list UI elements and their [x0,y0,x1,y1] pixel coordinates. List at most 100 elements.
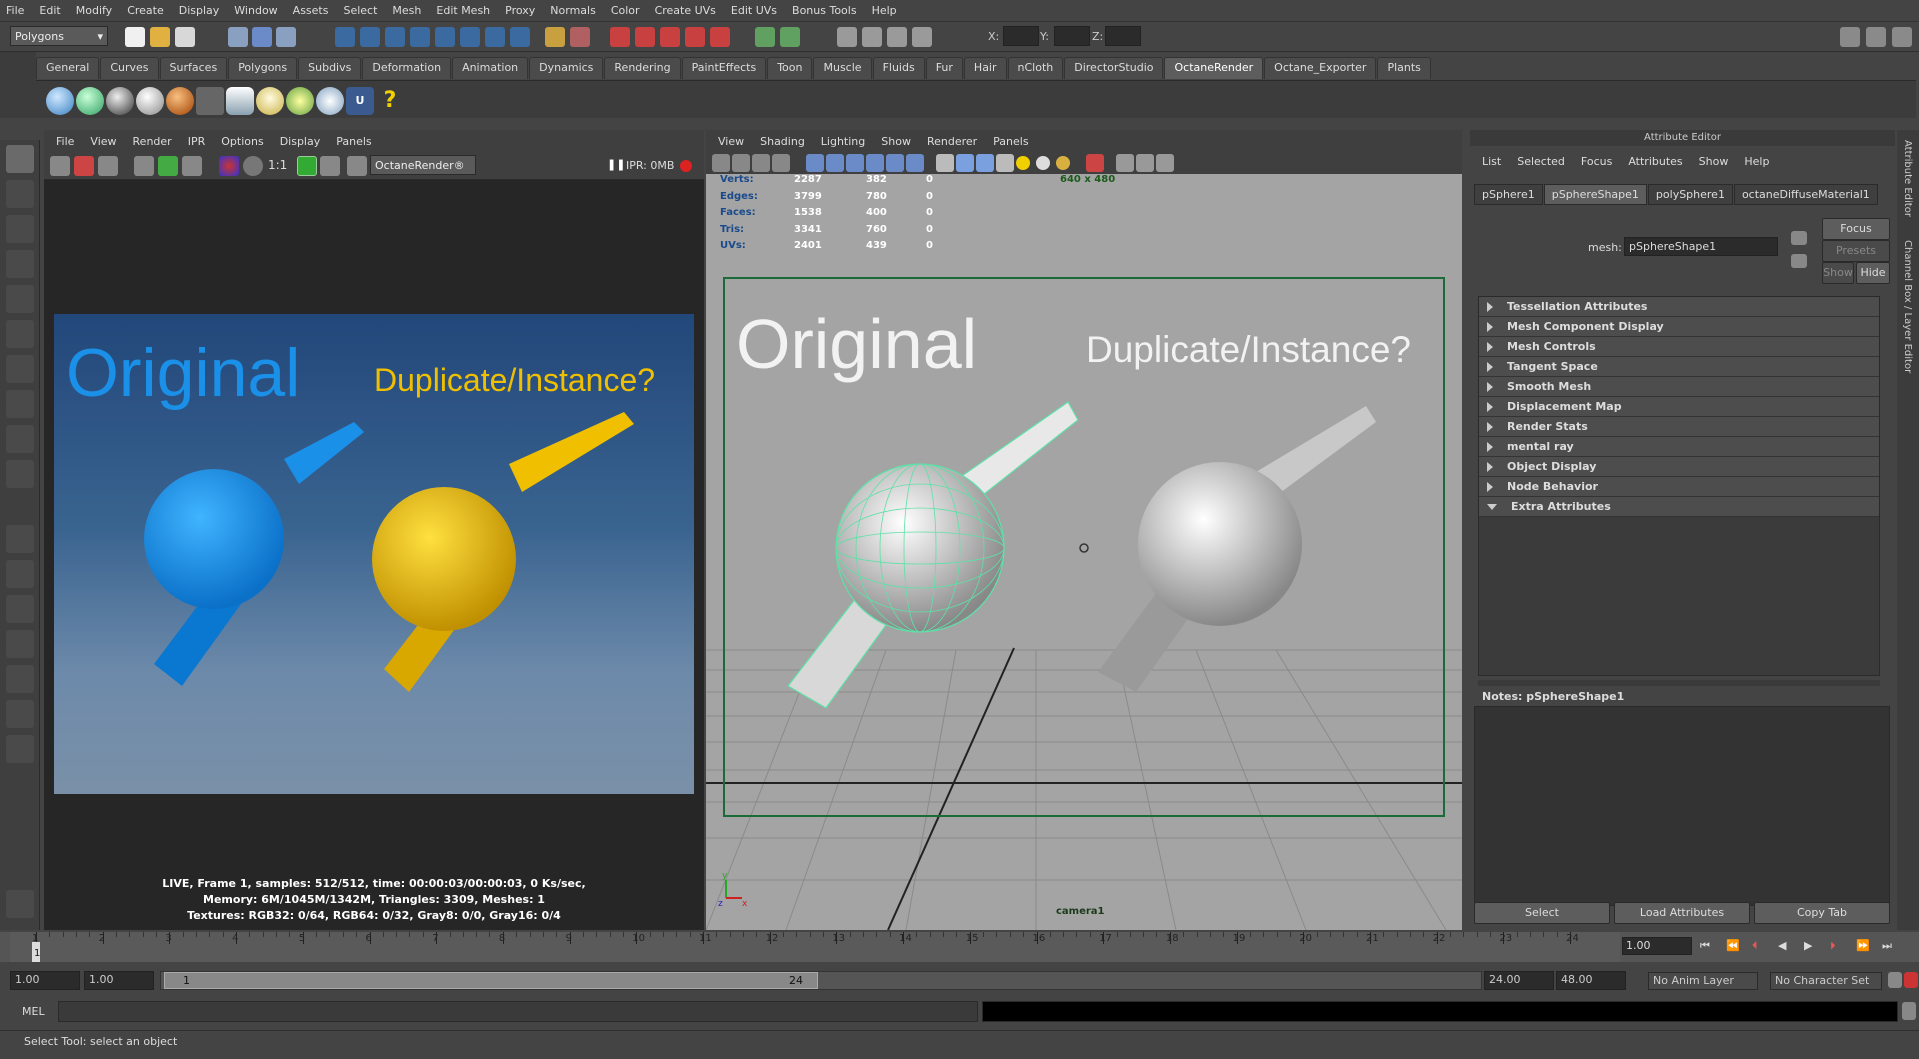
expand-triangle-icon[interactable] [1487,421,1493,432]
lasso-tool-icon[interactable] [6,180,34,208]
soft-mod-icon[interactable] [6,390,34,418]
menu-item-edit-uvs[interactable]: Edit UVs [731,4,777,17]
node-tab-psphere1[interactable]: pSphere1 [1474,184,1543,205]
pick-dynamics-icon[interactable] [460,27,480,47]
play-backward-icon[interactable]: ◀ [1778,939,1786,952]
playback-start-field[interactable]: 1.00 [84,971,154,990]
snap-curve-icon[interactable] [635,27,655,47]
redo-render-icon[interactable] [50,156,70,176]
y-field[interactable] [1054,26,1090,46]
attribute-section[interactable]: Mesh Component Display [1479,317,1879,337]
highlight-selection-icon[interactable] [570,27,590,47]
mel-label[interactable]: MEL [22,1005,45,1018]
new-scene-icon[interactable] [125,27,145,47]
shelf-tab-dynamics[interactable]: Dynamics [529,57,604,79]
range-bar-handle[interactable]: 1 24 [164,972,818,989]
pick-curves-icon[interactable] [385,27,405,47]
rgb-channels-icon[interactable] [219,156,239,176]
attribute-menu-focus[interactable]: Focus [1581,155,1612,168]
menu-item-color[interactable]: Color [611,4,640,17]
save-scene-icon[interactable] [175,27,195,47]
expand-triangle-icon[interactable] [1487,441,1493,452]
show-channel-box-icon[interactable] [1892,27,1912,47]
render-frame-icon[interactable] [862,27,882,47]
menu-item-bonus-tools[interactable]: Bonus Tools [792,4,857,17]
ratio-label[interactable]: 1:1 [268,158,287,172]
graph-layout-icon[interactable] [6,700,34,728]
expand-triangle-icon[interactable] [1487,481,1493,492]
z-field[interactable] [1105,26,1141,46]
render-region-icon[interactable] [74,156,94,176]
octane-daylight-icon[interactable] [76,87,104,115]
shelf-tab-painteffects[interactable]: PaintEffects [681,57,767,79]
splitter[interactable] [1478,680,1880,686]
shelf-tab-polygons[interactable]: Polygons [228,57,298,79]
expand-triangle-icon[interactable] [1487,301,1493,312]
playback-end-field[interactable]: 24.00 [1484,971,1554,990]
attribute-section[interactable]: Extra Attributes [1479,497,1879,517]
auto-key-icon[interactable] [1888,972,1902,988]
octane-help-icon[interactable]: ? [376,87,404,115]
copy-tab-button[interactable]: Copy Tab [1754,902,1890,924]
x-field[interactable] [1003,26,1039,46]
menu-item-edit[interactable]: Edit [39,4,60,17]
shelf-tab-deformation[interactable]: Deformation [362,57,452,79]
octane-proxy-icon[interactable] [196,87,224,115]
select-hierarchy-icon[interactable] [228,27,248,47]
render-view-menu-file[interactable]: File [56,135,74,148]
octane-camera-icon[interactable] [106,87,134,115]
current-frame-field[interactable]: 1.00 [1622,937,1692,955]
presets-button[interactable]: Presets [1822,240,1890,262]
render-view-menu-render[interactable]: Render [133,135,172,148]
command-input[interactable] [58,1001,978,1022]
construction-history-icon[interactable] [780,27,800,47]
alpha-channel-icon[interactable] [243,156,263,176]
history-icon[interactable] [755,27,775,47]
octane-environment-icon[interactable] [226,87,254,115]
attribute-section[interactable]: Displacement Map [1479,397,1879,417]
render-view-menu-ipr[interactable]: IPR [188,135,206,148]
persp-hypershade-layout-icon[interactable] [6,665,34,693]
shelf-tab-general[interactable]: General [36,57,100,79]
attribute-section[interactable]: Render Stats [1479,417,1879,437]
expand-triangle-icon[interactable] [1487,361,1493,372]
select-tool-icon[interactable] [6,145,34,173]
show-attribute-editor-icon[interactable] [1840,27,1860,47]
menu-item-help[interactable]: Help [872,4,897,17]
scale-tool-icon[interactable] [6,320,34,348]
octane-light-icon[interactable] [256,87,284,115]
animation-start-field[interactable]: 1.00 [10,971,80,990]
anim-layer-dropdown[interactable]: No Anim Layer [1648,972,1758,990]
duplicate-object[interactable] [1098,406,1376,692]
paint-select-icon[interactable] [6,215,34,243]
step-forward-key-icon[interactable]: ⏩ [1856,939,1870,952]
go-to-end-icon[interactable]: ⏭ [1882,939,1892,953]
octane-material-icon[interactable] [136,87,164,115]
output-connection-icon[interactable] [1791,254,1807,268]
shelf-tab-surfaces[interactable]: Surfaces [159,57,228,79]
time-slider[interactable]: 1 2 3 4 5 6 7 8 9 10 11 12 13 14 15 16 17 18 19 20 21 22 23 24 … [0,932,1919,962]
render-view-menu-display[interactable]: Display [280,135,321,148]
attribute-menu-list[interactable]: List [1482,155,1501,168]
shelf-tab-plants[interactable]: Plants [1377,57,1431,79]
menu-item-window[interactable]: Window [234,4,277,17]
mode-dropdown[interactable]: Polygons ▾ [10,26,108,46]
expand-triangle-icon[interactable] [1487,503,1497,510]
attribute-section[interactable]: Mesh Controls [1479,337,1879,357]
menu-item-modify[interactable]: Modify [76,4,112,17]
octane-emitter-icon[interactable] [286,87,314,115]
octane-sun-icon[interactable] [316,87,344,115]
shelf-tab-ncloth[interactable]: nCloth [1007,57,1064,79]
render-view-menu-view[interactable]: View [90,135,116,148]
attribute-menu-attributes[interactable]: Attributes [1628,155,1682,168]
manipulator-tool-icon[interactable] [6,355,34,383]
shelf-tab-octanerender[interactable]: OctaneRender [1164,57,1264,79]
attribute-menu-help[interactable]: Help [1744,155,1769,168]
shelf-tab-animation[interactable]: Animation [452,57,529,79]
shelf-tab-muscle[interactable]: Muscle [813,57,872,79]
menu-item-edit-mesh[interactable]: Edit Mesh [436,4,490,17]
show-tool-settings-icon[interactable] [1866,27,1886,47]
pick-deformations-icon[interactable] [435,27,455,47]
node-tab-polysphere1[interactable]: polySphere1 [1647,184,1733,205]
attribute-section[interactable]: Tangent Space [1479,357,1879,377]
